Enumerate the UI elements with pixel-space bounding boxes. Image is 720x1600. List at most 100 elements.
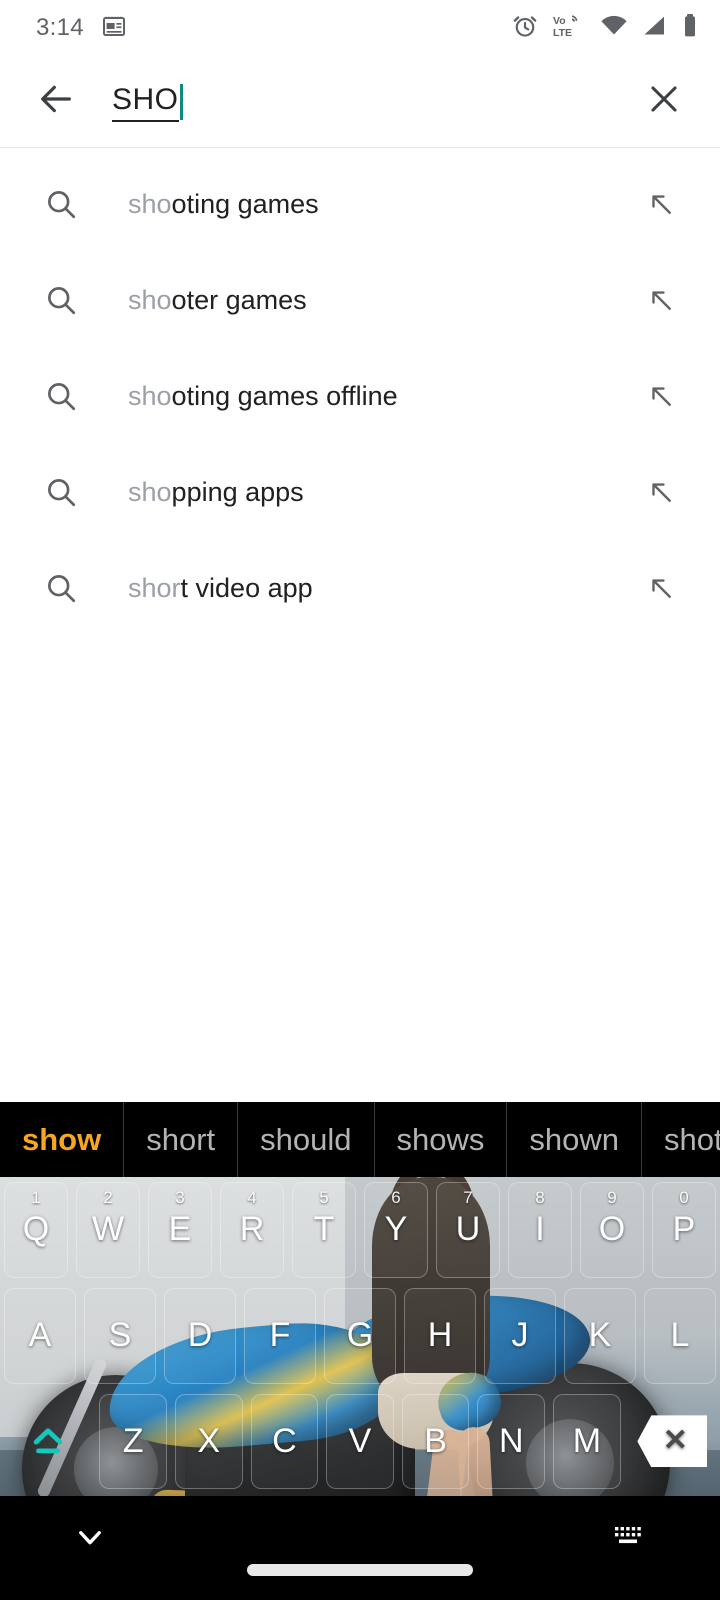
key-label: D <box>187 1316 213 1355</box>
wifi-icon <box>600 14 628 43</box>
arrow-up-left-icon[interactable] <box>636 285 686 315</box>
suggestion-row[interactable]: shooter games <box>0 252 720 348</box>
backspace-key[interactable]: ✕ <box>629 1394 716 1490</box>
hide-keyboard-button[interactable] <box>62 1511 118 1567</box>
chevron-down-icon <box>73 1520 107 1559</box>
key-label: R <box>239 1210 265 1249</box>
key-label: Q <box>22 1210 50 1249</box>
key-label: B <box>424 1421 447 1460</box>
suggestion-rest: oter games <box>171 284 307 315</box>
key-v[interactable]: V <box>326 1393 394 1490</box>
key-label: G <box>346 1316 374 1355</box>
keyboard-row-3: Z X C V B N M ✕ <box>0 1389 720 1495</box>
arrow-up-left-icon[interactable] <box>636 573 686 603</box>
key-label: X <box>197 1421 221 1460</box>
key-u[interactable]: 7U <box>436 1182 500 1278</box>
alarm-icon <box>512 13 538 44</box>
keyboard-row-1: 1Q 2W 3E 4R 5T 6Y 7U 8I 9O 0P <box>0 1177 720 1283</box>
keyboard-suggestion[interactable]: short <box>124 1102 239 1177</box>
backspace-icon: ✕ <box>637 1415 708 1468</box>
key-number-label: 3 <box>175 1188 185 1207</box>
key-x[interactable]: X <box>174 1393 243 1490</box>
arrow-up-left-icon[interactable] <box>636 477 686 507</box>
key-j[interactable]: J <box>484 1287 556 1384</box>
key-label: P <box>672 1210 696 1249</box>
clear-search-button[interactable] <box>636 74 692 130</box>
status-bar-right: Vo LTE <box>512 13 698 44</box>
key-label: A <box>28 1316 52 1355</box>
key-h[interactable]: H <box>404 1287 476 1384</box>
key-number-label: 4 <box>247 1188 257 1207</box>
key-g[interactable]: G <box>324 1287 396 1384</box>
key-number-label: 1 <box>31 1188 41 1207</box>
key-number-label: 9 <box>607 1188 617 1207</box>
key-r[interactable]: 4R <box>220 1182 284 1278</box>
keyboard-suggestion-strip: show short should shows shown shot showe <box>0 1102 720 1177</box>
suggestion-prefix: sho <box>128 380 172 411</box>
key-k[interactable]: K <box>564 1287 636 1384</box>
suggestion-row[interactable]: shopping apps <box>0 444 720 540</box>
search-icon <box>44 475 96 509</box>
suggestion-row[interactable]: shooting games offline <box>0 348 720 444</box>
svg-text:LTE: LTE <box>553 27 572 39</box>
key-label: T <box>313 1210 335 1249</box>
key-label: M <box>572 1421 602 1460</box>
home-gesture-pill[interactable] <box>247 1564 473 1576</box>
arrow-up-left-icon[interactable] <box>636 381 686 411</box>
search-bar: SHO <box>0 56 720 148</box>
key-b[interactable]: B <box>401 1393 470 1490</box>
switch-keyboard-button[interactable] <box>602 1511 658 1567</box>
suggestion-rest: oting games <box>171 188 319 219</box>
keyboard-suggestion[interactable]: shows <box>375 1102 508 1177</box>
keyboard-switcher-icon <box>614 1524 646 1555</box>
suggestion-label: shooting games <box>96 189 636 220</box>
key-w[interactable]: 2W <box>76 1182 140 1278</box>
keyboard-suggestion[interactable]: shot <box>642 1102 720 1177</box>
shift-key[interactable] <box>4 1394 91 1490</box>
key-n[interactable]: N <box>477 1393 546 1490</box>
close-icon <box>645 80 683 123</box>
keyboard-row-2: A S D F G H J K L <box>0 1283 720 1389</box>
key-label: E <box>168 1210 192 1249</box>
keyboard-suggestion[interactable]: shown <box>507 1102 642 1177</box>
key-f[interactable]: F <box>244 1287 316 1384</box>
key-o[interactable]: 9O <box>580 1182 644 1278</box>
battery-icon <box>682 13 698 44</box>
key-label: V <box>348 1421 372 1460</box>
status-bar-left: 3:14 <box>36 14 126 43</box>
key-q[interactable]: 1Q <box>4 1182 68 1278</box>
key-label: U <box>455 1210 481 1249</box>
key-label: C <box>272 1421 297 1460</box>
key-t[interactable]: 5T <box>292 1182 356 1278</box>
suggestion-label: short video app <box>96 573 636 604</box>
key-z[interactable]: Z <box>99 1393 167 1490</box>
key-c[interactable]: C <box>250 1393 319 1490</box>
search-input[interactable]: SHO <box>84 74 636 130</box>
key-e[interactable]: 3E <box>148 1182 212 1278</box>
suggestion-row[interactable]: shooting games <box>0 156 720 252</box>
keyboard-suggestion[interactable]: should <box>238 1102 375 1177</box>
suggestion-row[interactable]: short video app <box>0 540 720 636</box>
key-s[interactable]: S <box>84 1287 156 1384</box>
key-m[interactable]: M <box>553 1393 621 1490</box>
key-label: N <box>498 1421 524 1460</box>
search-suggestion-list: shooting games shooter games shooting ga… <box>0 148 720 636</box>
back-button[interactable] <box>28 74 84 130</box>
arrow-up-left-icon[interactable] <box>636 189 686 219</box>
key-number-label: 6 <box>391 1188 401 1207</box>
key-l[interactable]: L <box>644 1287 716 1384</box>
keyboard-suggestion[interactable]: show <box>0 1102 125 1177</box>
key-label: Y <box>384 1210 408 1249</box>
suggestion-prefix: sho <box>128 284 172 315</box>
news-widget-icon <box>102 14 126 43</box>
key-label: J <box>511 1316 529 1355</box>
suggestion-label: shooting games offline <box>96 381 636 412</box>
svg-text:Vo: Vo <box>553 15 566 27</box>
key-number-label: 2 <box>103 1188 113 1207</box>
key-p[interactable]: 0P <box>652 1182 716 1278</box>
key-y[interactable]: 6Y <box>364 1182 428 1278</box>
key-d[interactable]: D <box>164 1287 236 1384</box>
key-a[interactable]: A <box>4 1287 76 1384</box>
key-i[interactable]: 8I <box>508 1182 572 1278</box>
key-label: W <box>91 1210 125 1249</box>
